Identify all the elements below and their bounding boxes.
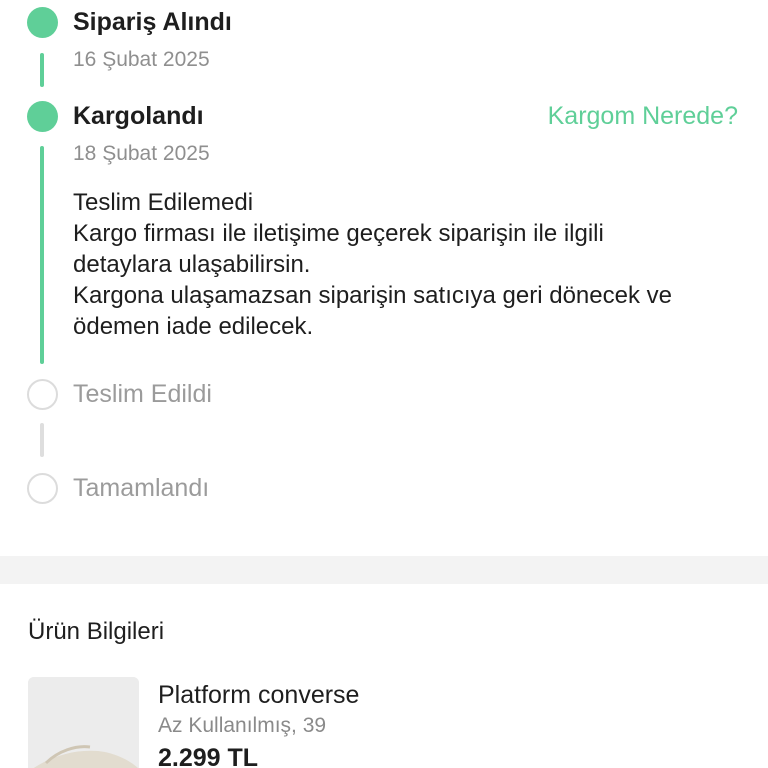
step-date-shipped: 18 Şubat 2025 [73, 142, 210, 165]
step-title-delivered: Teslim Edildi [73, 380, 212, 408]
status-line: Kargona ulaşamazsan siparişin satıcıya g… [73, 282, 672, 309]
step-pending-indicator [27, 379, 58, 410]
step-done-indicator [27, 101, 58, 132]
step-title-order-received: Sipariş Alındı [73, 8, 232, 36]
product-price: 2.299 TL [158, 744, 259, 768]
step-title-shipped: Kargolandı [73, 102, 204, 130]
status-line: detaylara ulaşabilirsin. [73, 251, 311, 278]
product-name[interactable]: Platform converse [158, 680, 359, 710]
status-line: ödemen iade edilecek. [73, 313, 314, 340]
sneaker-photo-icon [28, 677, 139, 768]
timeline-connector [40, 53, 44, 87]
status-heading: Teslim Edilemedi [73, 189, 254, 216]
order-detail-page: Sipariş Alındı 16 Şubat 2025 Kargolandı … [0, 0, 768, 768]
product-image[interactable] [28, 677, 139, 768]
timeline-connector [40, 423, 44, 457]
track-shipment-link[interactable]: Kargom Nerede? [548, 101, 738, 131]
product-condition-size: Az Kullanılmış, 39 [158, 714, 327, 737]
step-title-completed: Tamamlandı [73, 474, 210, 502]
step-date-order-received: 16 Şubat 2025 [73, 48, 210, 71]
delivery-status-message: Teslim Edilemedi Kargo firması ile ileti… [73, 187, 753, 342]
status-line: Kargo firması ile iletişime geçerek sipa… [73, 220, 604, 247]
step-pending-indicator [27, 473, 58, 504]
section-title: Ürün Bilgileri [28, 618, 165, 645]
order-status-timeline: Sipariş Alındı 16 Şubat 2025 Kargolandı … [0, 0, 768, 556]
step-done-indicator [27, 7, 58, 38]
timeline-connector [40, 146, 44, 364]
section-divider [0, 556, 768, 584]
